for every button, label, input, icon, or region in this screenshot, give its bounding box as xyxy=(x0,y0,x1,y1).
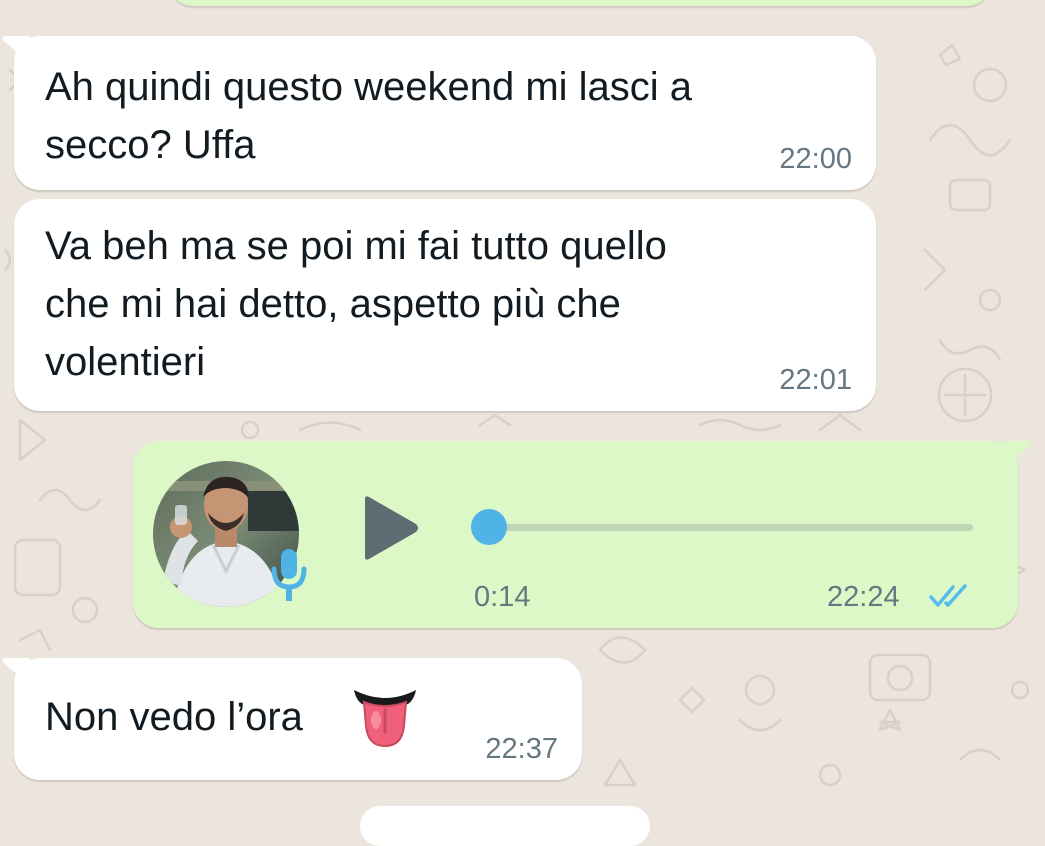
voice-duration: 0:14 xyxy=(474,581,531,613)
message-bubble-incoming[interactable]: Non vedo l’ora 22:37 xyxy=(2,658,582,780)
message-bubble-incoming[interactable]: Ah quindi questo weekend mi lasci a secc… xyxy=(2,36,876,190)
message-text: Va beh ma se poi mi fai tutto quello che… xyxy=(45,224,667,384)
voice-progress-track[interactable] xyxy=(473,524,973,531)
double-check-read-icon xyxy=(929,584,967,607)
next-message-bubble-edge xyxy=(360,806,650,846)
voice-message-bubble-outgoing[interactable]: 0:14 22:24 xyxy=(133,441,1032,628)
bubble-tail xyxy=(2,658,30,686)
message-time: 22:24 xyxy=(827,581,900,613)
message-time: 22:01 xyxy=(779,364,852,396)
message-text: Non vedo l’ora xyxy=(45,695,303,739)
message-time: 22:00 xyxy=(779,143,852,175)
previous-message-bubble-edge xyxy=(170,0,990,6)
tongue-face-icon xyxy=(354,690,416,748)
message-text: Ah quindi questo weekend mi lasci a secc… xyxy=(45,65,693,167)
voice-progress-handle[interactable] xyxy=(471,509,507,545)
message-time: 22:37 xyxy=(485,733,558,765)
bubble-tail xyxy=(1004,441,1032,469)
play-icon[interactable] xyxy=(360,495,420,561)
message-bubble-incoming[interactable]: Va beh ma se poi mi fai tutto quello che… xyxy=(14,199,876,411)
bubble-tail xyxy=(2,36,30,64)
microphone-icon xyxy=(271,549,307,601)
